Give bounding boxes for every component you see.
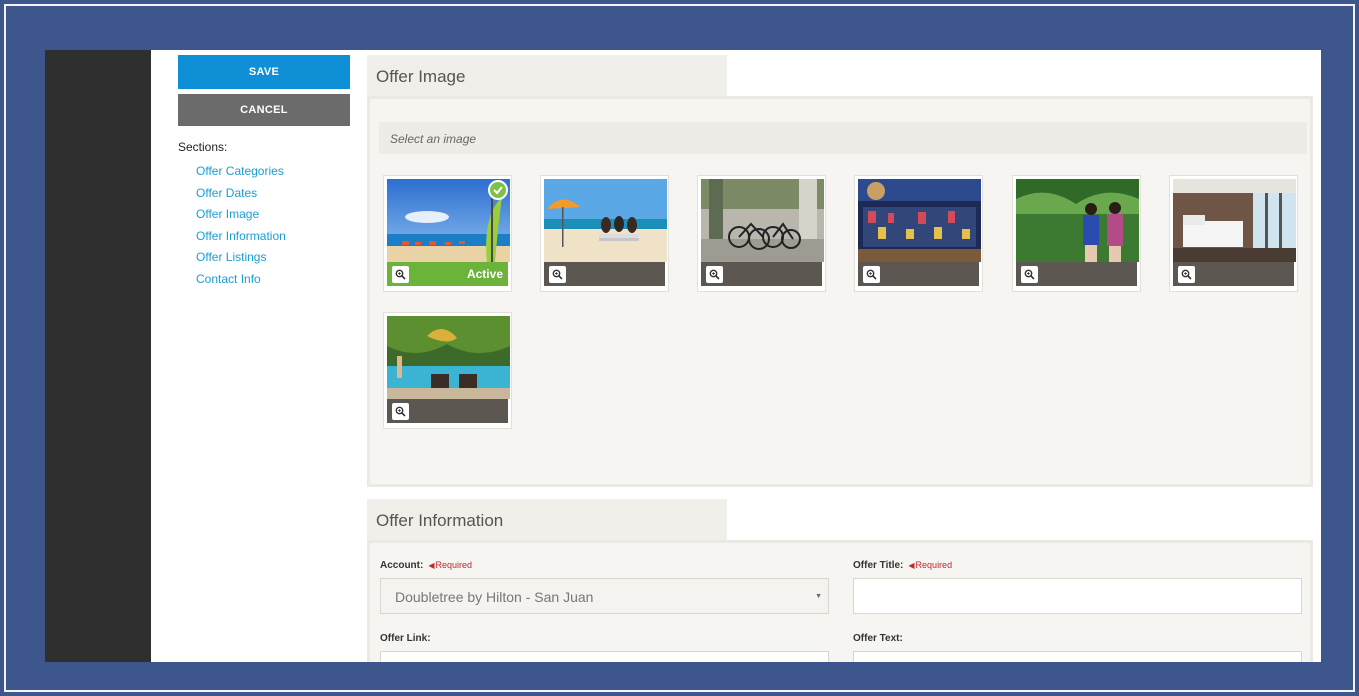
image-thumbnail-friends-palm-trees[interactable] bbox=[1012, 175, 1141, 292]
thumbnail-bar bbox=[1173, 262, 1294, 286]
section-link-item: Offer Listings bbox=[196, 250, 350, 272]
thumbnail-bar bbox=[387, 399, 508, 423]
app-window: SAVE CANCEL Sections: Offer Categories O… bbox=[45, 50, 1321, 662]
sections-label: Sections: bbox=[178, 140, 228, 154]
bicycles-photo bbox=[701, 179, 824, 262]
offer-title-label: Offer Title: Required bbox=[853, 560, 952, 571]
zoom-icon[interactable] bbox=[392, 265, 409, 283]
required-marker: Required bbox=[908, 560, 952, 570]
image-thumbnail-beach-friends[interactable] bbox=[540, 175, 669, 292]
offer-image-panel: Select an image Active bbox=[367, 96, 1313, 487]
account-label-text: Account: bbox=[380, 560, 424, 571]
hotel-room-photo bbox=[1173, 179, 1296, 262]
section-link-offer-categories[interactable]: Offer Categories bbox=[196, 164, 284, 178]
active-check-icon bbox=[488, 180, 508, 200]
offer-link-label: Offer Link: bbox=[380, 633, 431, 644]
active-label: Active bbox=[466, 267, 503, 281]
thumbnail-bar bbox=[858, 262, 979, 286]
required-marker: Required bbox=[428, 560, 472, 570]
thumbnail-bar bbox=[544, 262, 665, 286]
account-select[interactable]: Doubletree by Hilton - San Juan ▼ bbox=[380, 578, 829, 614]
offer-text-input[interactable] bbox=[853, 651, 1302, 662]
cancel-button[interactable]: CANCEL bbox=[178, 94, 350, 126]
select-image-prompt: Select an image bbox=[379, 122, 1307, 154]
beach-friends-photo bbox=[544, 179, 667, 262]
thumbnail-bar bbox=[1016, 262, 1137, 286]
zoom-icon[interactable] bbox=[1178, 265, 1195, 283]
section-link-offer-listings[interactable]: Offer Listings bbox=[196, 250, 266, 264]
beach-umbrellas-photo bbox=[387, 179, 510, 262]
save-button[interactable]: SAVE bbox=[178, 55, 350, 89]
section-link-contact-info[interactable]: Contact Info bbox=[196, 272, 261, 286]
offer-title-input[interactable] bbox=[853, 578, 1302, 614]
offer-image-tab: Offer Image bbox=[367, 55, 727, 99]
image-thumbnail-pool-garden[interactable] bbox=[383, 312, 512, 429]
section-link-item: Offer Categories bbox=[196, 164, 350, 186]
account-label: Account: Required bbox=[380, 560, 472, 571]
section-link-item: Offer Information bbox=[196, 229, 350, 251]
chevron-down-icon: ▼ bbox=[815, 593, 822, 600]
zoom-icon[interactable] bbox=[392, 402, 409, 420]
account-select-value: Doubletree by Hilton - San Juan bbox=[395, 589, 594, 605]
offer-information-tab: Offer Information bbox=[367, 499, 727, 543]
pool-garden-photo bbox=[387, 316, 510, 399]
section-links: Offer Categories Offer Dates Offer Image… bbox=[178, 164, 350, 294]
image-thumbnail-beach-umbrellas[interactable]: Active bbox=[383, 175, 512, 292]
thumbnail-bar-active: Active bbox=[387, 262, 508, 286]
section-link-item: Offer Dates bbox=[196, 186, 350, 208]
section-link-offer-dates[interactable]: Offer Dates bbox=[196, 186, 257, 200]
sidebar: SAVE CANCEL Sections: Offer Categories O… bbox=[178, 55, 350, 294]
section-link-offer-image[interactable]: Offer Image bbox=[196, 207, 259, 221]
image-thumbnail-bicycles[interactable] bbox=[697, 175, 826, 292]
section-link-item: Contact Info bbox=[196, 272, 350, 294]
offer-title-label-text: Offer Title: bbox=[853, 560, 904, 571]
offer-link-input[interactable] bbox=[380, 651, 829, 662]
zoom-icon[interactable] bbox=[863, 265, 880, 283]
dark-side-rail bbox=[45, 50, 151, 662]
image-thumbnail-hotel-room[interactable] bbox=[1169, 175, 1298, 292]
friends-palm-trees-photo bbox=[1016, 179, 1139, 262]
thumbnail-bar bbox=[701, 262, 822, 286]
section-link-offer-information[interactable]: Offer Information bbox=[196, 229, 286, 243]
offer-text-label: Offer Text: bbox=[853, 633, 903, 644]
image-thumbnail-store-interior[interactable] bbox=[854, 175, 983, 292]
zoom-icon[interactable] bbox=[1021, 265, 1038, 283]
store-interior-photo bbox=[858, 179, 981, 262]
section-link-item: Offer Image bbox=[196, 207, 350, 229]
zoom-icon[interactable] bbox=[549, 265, 566, 283]
zoom-icon[interactable] bbox=[706, 265, 723, 283]
offer-information-panel: Account: Required Doubletree by Hilton - … bbox=[367, 540, 1313, 662]
